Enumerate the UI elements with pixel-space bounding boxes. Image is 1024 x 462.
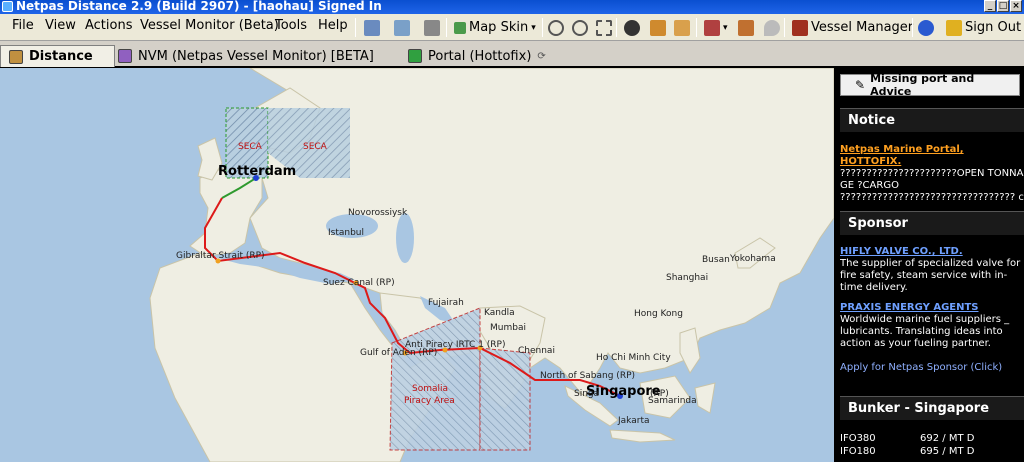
sidebar-panel: ✎ Missing port and Advice Notice Netpas M… [834, 68, 1024, 462]
zoom-out-icon[interactable] [572, 19, 588, 36]
zoom-in-icon[interactable] [548, 19, 564, 36]
menu-file[interactable]: File [12, 18, 34, 33]
pirate-icon[interactable] [624, 19, 640, 36]
port-icon[interactable] [738, 19, 754, 36]
distance-icon [9, 49, 23, 64]
pencil-icon: ✎ [855, 78, 866, 92]
print-icon[interactable] [424, 19, 440, 36]
sponsor-link-praxis[interactable]: PRAXIS ENERGY AGENTS [840, 302, 1024, 314]
monitor-icon [118, 49, 132, 63]
label-istanbul: Istanbul [328, 228, 365, 238]
label-north-of-sabang: North of Sabang (RP) [540, 371, 636, 381]
menu-help[interactable]: Help [318, 18, 348, 33]
label-fujairah: Fujairah [428, 298, 464, 308]
notice-header: Notice [840, 108, 1024, 132]
seca-icon[interactable] [674, 19, 690, 36]
sponsor-header: Sponsor [840, 211, 1024, 235]
title-bar: Netpas Distance 2.9 (Build 2907) - [haoh… [0, 0, 1024, 14]
label-novorossiysk: Novorossiysk [348, 208, 408, 218]
scan-icon[interactable] [394, 19, 410, 36]
label-piracy-area: Piracy Area [404, 396, 455, 406]
mail-icon[interactable] [364, 19, 380, 36]
refresh-icon[interactable]: ⟳ [537, 51, 545, 62]
label-chennai: Chennai [518, 346, 555, 356]
bunker-row: IFO380 692 / MT D [840, 433, 975, 444]
ship-icon[interactable] [704, 19, 720, 36]
sponsor-desc-hifly: The supplier of specialized valve for fi… [840, 258, 1021, 293]
drop-icon[interactable] [764, 19, 780, 36]
label-ho-chi-minh: Ho Chi Minh City [596, 353, 671, 363]
notice-text: ??????????????????????OPEN TONNAGE ?CARG… [840, 168, 1024, 202]
menu-view[interactable]: View [45, 18, 76, 33]
menu-vessel-monitor[interactable]: Vessel Monitor (Beta) [140, 18, 279, 33]
application-window: Netpas Distance 2.9 (Build 2907) - [haoh… [0, 0, 1024, 462]
label-hong-kong: Hong Kong [634, 309, 683, 319]
missing-port-button[interactable]: ✎ Missing port and Advice [840, 72, 1020, 98]
label-gibraltar: Gibraltar Strait (RP) [176, 251, 265, 261]
menu-actions[interactable]: Actions [85, 18, 133, 33]
notice-link[interactable]: Netpas Marine Portal, HOTTOFIX. [840, 144, 1024, 168]
apply-sponsor-link[interactable]: Apply for Netpas Sponsor (Click) [840, 362, 1024, 374]
window-title: Netpas Distance 2.9 (Build 2907) - [haoh… [16, 0, 382, 13]
bunker-row: IFO180 695 / MT D [840, 446, 975, 457]
map-skin-button[interactable]: Map Skin ▾ [454, 17, 536, 38]
world-map[interactable]: Rotterdam SECA SECA Novorossiysk Istanbu… [0, 68, 834, 462]
close-button[interactable]: × [1010, 0, 1022, 12]
maximize-button[interactable]: □ [997, 0, 1009, 12]
label-seca-1: SECA [238, 142, 262, 152]
notice-body: Netpas Marine Portal, HOTTOFIX. ????????… [840, 144, 1024, 202]
piracy-area-arabian [479, 347, 531, 451]
caspian-sea [396, 213, 414, 263]
menu-toolbar: File View Actions Vessel Monitor (Beta) … [0, 14, 1024, 41]
tab-distance[interactable]: Distance [0, 45, 115, 67]
label-samarinda: Samarinda [648, 396, 697, 406]
vessel-icon [792, 19, 808, 36]
vessel-manager-button[interactable]: Vessel Manager [792, 17, 913, 38]
minimize-button[interactable]: _ [984, 0, 996, 12]
label-gulf-of-aden: Gulf of Aden (RP) [360, 348, 438, 358]
label-jakarta: Jakarta [618, 416, 650, 426]
key-icon [946, 19, 962, 36]
tab-portal[interactable]: Portal (Hottofix) ⟳ [400, 45, 554, 67]
label-suez: Suez Canal (RP) [323, 278, 395, 288]
bunker-header: Bunker - Singapore [840, 396, 1024, 420]
sponsor-desc-praxis: Worldwide marine fuel suppliers _ lubric… [840, 314, 1010, 349]
menu-tools[interactable]: Tools [275, 18, 307, 33]
app-icon [2, 1, 13, 12]
sponsor-link-hifly[interactable]: HIFLY VALVE CO., LTD. [840, 246, 1024, 258]
label-somalia: Somalia [412, 384, 449, 394]
fit-view-icon[interactable] [596, 19, 612, 36]
help-icon[interactable] [918, 19, 934, 36]
label-busan: Busan [702, 255, 730, 265]
sponsor-body: HIFLY VALVE CO., LTD. The supplier of sp… [840, 246, 1024, 386]
label-kandla: Kandla [484, 308, 515, 318]
label-singapore-strait: Singa [574, 389, 600, 399]
label-shanghai: Shanghai [666, 273, 709, 283]
label-rotterdam: Rotterdam [218, 164, 297, 179]
tab-bar: Distance NVM (Netpas Vessel Monitor) [BE… [0, 41, 1024, 68]
label-yokohama: Yokohama [730, 254, 776, 264]
tab-nvm[interactable]: NVM (Netpas Vessel Monitor) [BETA] [110, 45, 382, 67]
label-mumbai: Mumbai [490, 323, 526, 333]
route-edit-icon[interactable] [650, 19, 666, 36]
sign-out-button[interactable]: Sign Out [946, 17, 1021, 38]
portal-icon [408, 49, 422, 63]
map-icon [454, 21, 466, 34]
label-seca-2: SECA [303, 142, 327, 152]
bunker-table: IFO380 692 / MT D IFO180 695 / MT D [840, 432, 1024, 462]
